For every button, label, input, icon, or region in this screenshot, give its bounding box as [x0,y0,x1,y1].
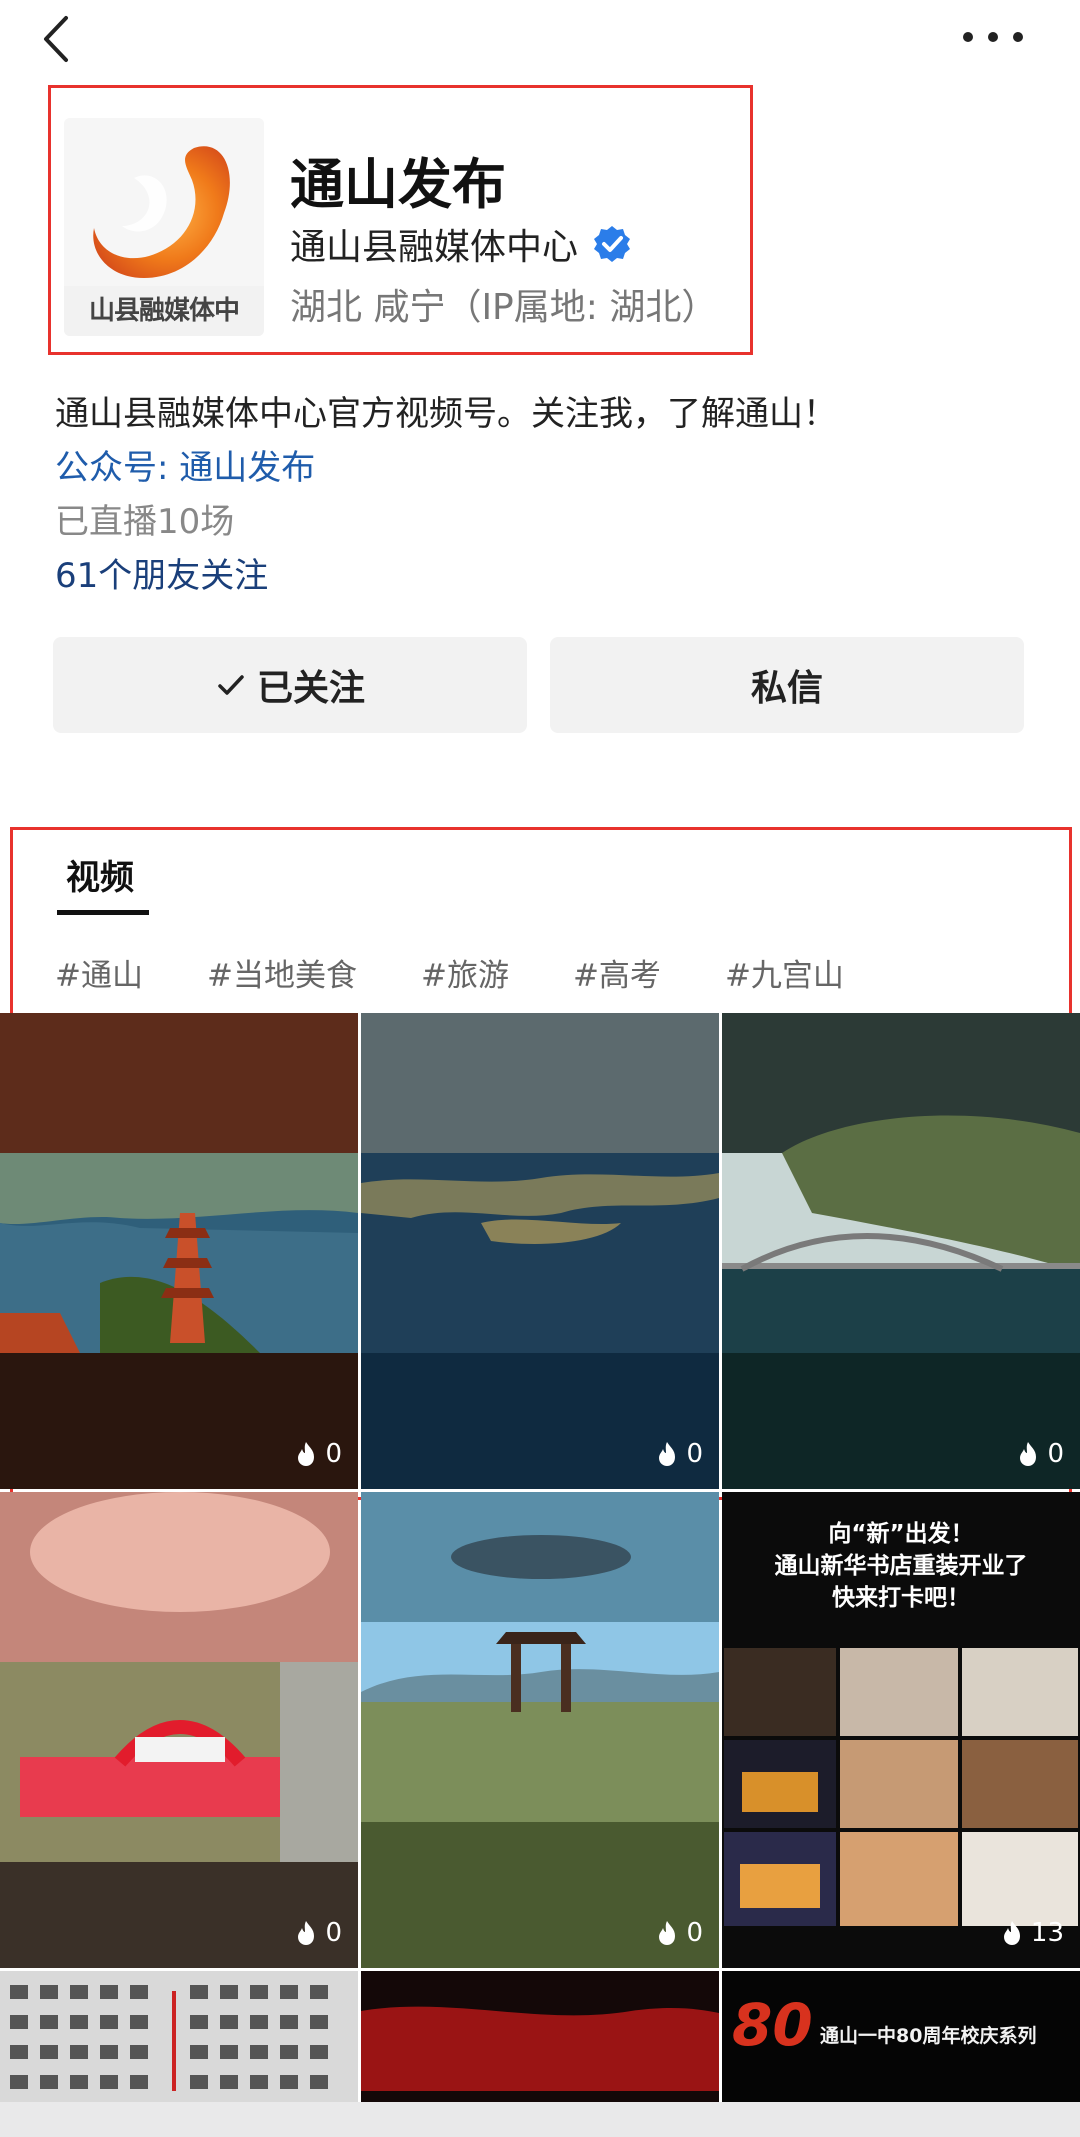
followed-label: 已关注 [256,668,365,709]
video-thumbnail[interactable]: 80 通山一中80周年校庆系列 [722,1971,1080,2102]
more-options-icon[interactable] [960,26,1026,48]
message-label: 私信 [750,668,823,709]
tab-videos[interactable]: 视频 [66,850,134,899]
message-button[interactable]: 私信 [550,637,1024,733]
heat-counter: 0 [1017,1439,1064,1469]
video-thumbnail[interactable]: 0 [0,1013,358,1489]
friends-following-link[interactable]: 61个朋友关注 [55,548,268,597]
official-account-link[interactable]: 公众号: 通山发布 [55,440,315,489]
fire-icon [298,1921,315,1945]
anniversary-badge: 80 [732,1991,813,2059]
fire-icon [1003,1921,1020,1945]
fire-icon [1020,1442,1037,1466]
heat-counter: 13 [1001,1918,1064,1948]
tag-local-food[interactable]: #当地美食 [207,950,357,995]
fire-icon [298,1442,315,1466]
profile-bio: 通山县融媒体中心官方视频号。关注我，了解通山！ [55,394,837,434]
archway-field-thumbnail [361,1492,719,1968]
heat-counter: 0 [295,1439,342,1469]
heat-counter: 0 [656,1439,703,1469]
verified-badge-icon [594,226,631,262]
heat-count: 0 [1047,1439,1064,1469]
heat-count: 13 [1030,1918,1064,1948]
organization-row: 通山县融媒体中心 [290,218,632,270]
heat-counter: 0 [656,1918,703,1948]
video-thumbnail[interactable]: 0 [361,1013,719,1489]
heat-count: 0 [686,1439,703,1469]
video-thumbnail[interactable] [0,1971,358,2102]
heat-counter: 0 [295,1918,342,1948]
bridge-river-thumbnail [722,1013,1080,1489]
check-icon [218,675,244,695]
bookstore-collage [724,1648,1078,1926]
ceremony-thumbnail [0,1492,358,1968]
top-bar [0,0,1080,80]
video-thumbnail[interactable] [361,1971,719,2102]
video-thumbnail[interactable]: 向“新”出发！ 通山新华书店重装开业了 快来打卡吧！ 13 [722,1492,1080,1968]
fire-icon [659,1442,676,1466]
video-thumbnail[interactable]: 0 [722,1013,1080,1489]
live-count: 已直播10场 [55,502,235,542]
logo-caption: 山县融媒体中 [88,296,240,326]
video-thumbnail[interactable]: 0 [361,1492,719,1968]
tag-travel[interactable]: #旅游 [421,950,509,995]
back-arrow-icon[interactable] [38,14,78,64]
tab-underline [57,910,149,915]
anniversary-title: 通山一中80周年校庆系列 [820,2025,1037,2047]
tag-row: #通山 #当地美食 #旅游 #高考 #九宫山 [55,950,908,995]
followed-button[interactable]: 已关注 [53,637,527,733]
account-name: 通山发布 [290,153,506,216]
tag-tongshan[interactable]: #通山 [55,950,143,995]
heat-count: 0 [325,1439,342,1469]
heat-count: 0 [325,1918,342,1948]
organization-name: 通山县融媒体中心 [290,227,579,268]
tag-jiugongshan[interactable]: #九宫山 [725,950,844,995]
heat-count: 0 [686,1918,703,1948]
profile-page: 山县融媒体中 通山发布 通山县融媒体中心 湖北 咸宁（IP属地: 湖北） 通山县… [0,0,1080,2137]
red-flag-thumbnail [361,1971,719,2102]
reservoir-thumbnail [361,1013,719,1489]
bottom-bar [0,2102,1080,2137]
pagoda-lake-thumbnail [0,1013,358,1489]
location-text: 湖北 咸宁（IP属地: 湖北） [290,287,718,328]
fire-icon [659,1921,676,1945]
video-thumbnail[interactable]: 0 [0,1492,358,1968]
tag-gaokao[interactable]: #高考 [573,950,661,995]
account-avatar[interactable]: 山县融媒体中 [64,118,264,336]
building-thumbnail [0,1971,358,2102]
